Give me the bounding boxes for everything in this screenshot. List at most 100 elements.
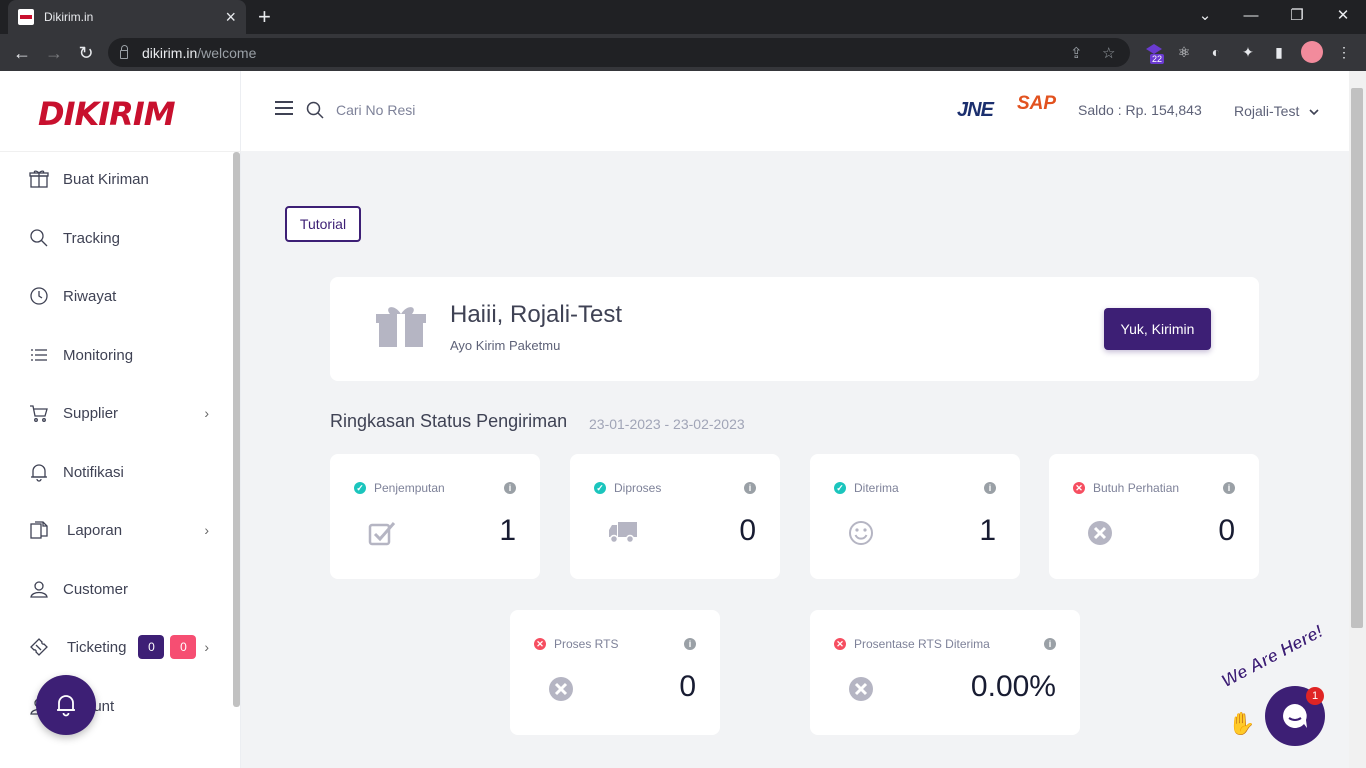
report-icon [28, 519, 50, 541]
check-circle-icon: ✓ [834, 482, 846, 494]
extension-badge: 22 [1150, 54, 1165, 64]
card-value: 0.00% [970, 670, 1056, 703]
status-card-prosentase-rts[interactable]: ✕ Prosentase RTS Diterima i 0.00% [810, 610, 1080, 735]
react-devtools-icon[interactable]: ⚛ [1174, 42, 1194, 62]
browser-toolbar: ← → ↻ dikirim.in/welcome ⇪ ☆ 22 ⚛ ◐ ✦ ▮ … [0, 34, 1366, 71]
bell-icon [57, 695, 75, 717]
card-label: Prosentase RTS Diterima [854, 637, 990, 651]
status-card-penjemputan[interactable]: ✓ Penjemputan i 1 [330, 454, 540, 579]
sidebar-item-account[interactable]: ount [0, 678, 233, 734]
reload-button[interactable]: ↻ [73, 40, 99, 66]
page-scrollbar-thumb[interactable] [1351, 88, 1363, 628]
cart-icon [28, 402, 50, 424]
x-circle-icon [849, 677, 873, 701]
lock-icon [120, 45, 128, 59]
welcome-card: Haiii, Rojali-Test Ayo Kirim Paketmu Yuk… [330, 277, 1259, 381]
summary-date-range[interactable]: 23-01-2023 - 23-02-2023 [589, 416, 745, 432]
tab-search-icon[interactable]: ⌄ [1182, 0, 1228, 30]
browser-menu-icon[interactable]: ⋮ [1334, 42, 1354, 62]
greeting-title: Haiii, Rojali-Test [450, 301, 623, 328]
card-label: Proses RTS [554, 637, 619, 651]
ticket-icon [28, 636, 50, 658]
restore-button[interactable]: ❐ [1274, 0, 1320, 30]
notification-bell-button[interactable] [36, 675, 96, 735]
bookmark-star-icon[interactable]: ☆ [1102, 44, 1115, 62]
sidebar-item-label: Supplier [63, 404, 119, 422]
check-circle-icon: ✓ [594, 482, 606, 494]
card-label: Diproses [614, 481, 662, 495]
info-icon[interactable]: i [984, 482, 996, 494]
address-bar[interactable]: dikirim.in/welcome ⇪ ☆ [108, 38, 1130, 67]
gift-icon [376, 307, 426, 347]
sidebar-item-notifikasi[interactable]: Notifikasi [0, 444, 233, 500]
hamburger-menu-icon[interactable] [275, 101, 293, 115]
list-icon [28, 344, 50, 366]
info-icon[interactable]: i [744, 482, 756, 494]
summary-title: Ringkasan Status Pengiriman [330, 411, 568, 431]
bell-icon [28, 461, 50, 483]
info-icon[interactable]: i [504, 482, 516, 494]
puzzle-icon[interactable]: ✦ [1238, 42, 1258, 62]
info-icon[interactable]: i [684, 638, 696, 650]
x-circle-icon [549, 677, 573, 701]
yuk-kirimin-button[interactable]: Yuk, Kirimin [1104, 308, 1211, 350]
minimize-button[interactable]: — [1228, 0, 1274, 30]
app-logo[interactable]: DIKIRIM [38, 95, 176, 133]
card-value: 1 [499, 514, 516, 547]
sidebar-scrollbar[interactable] [233, 152, 240, 707]
sidebar-item-riwayat[interactable]: Riwayat [0, 268, 233, 324]
extension-icon[interactable]: 22 [1144, 42, 1165, 64]
sidebar-item-label: Customer [63, 580, 129, 598]
share-icon[interactable]: ⇪ [1070, 44, 1083, 62]
back-button[interactable]: ← [9, 40, 35, 66]
user-menu[interactable]: Rojali-Test [1234, 103, 1319, 119]
side-panel-icon[interactable]: ▮ [1269, 42, 1289, 62]
sidebar-item-buat-kiriman[interactable]: Buat Kiriman [0, 151, 233, 207]
status-card-butuh-perhatian[interactable]: ✕ Butuh Perhatian i 0 [1049, 454, 1259, 579]
chevron-down-icon [1309, 109, 1319, 116]
sidebar-item-label: Notifikasi [63, 463, 124, 481]
card-value: 1 [979, 514, 996, 547]
sidebar-item-label: Buat Kiriman [63, 170, 149, 188]
ticketing-new-badge: 0 [170, 635, 197, 659]
x-circle-icon [1088, 521, 1112, 545]
url-text: dikirim.in/welcome [142, 44, 257, 61]
card-value: 0 [739, 514, 756, 547]
sidebar-item-label: Riwayat [63, 287, 117, 305]
sidebar-item-tracking[interactable]: Tracking [0, 210, 233, 266]
profile-avatar[interactable] [1301, 41, 1323, 63]
status-card-diproses[interactable]: ✓ Diproses i 0 [570, 454, 780, 579]
sidebar-item-supplier[interactable]: Supplier › [0, 385, 233, 441]
status-card-diterima[interactable]: ✓ Diterima i 1 [810, 454, 1020, 579]
sidebar-item-laporan[interactable]: Laporan › [0, 502, 233, 558]
card-value: 0 [679, 670, 696, 703]
browser-tab[interactable]: Dikirim.in × [8, 0, 246, 34]
info-icon[interactable]: i [1223, 482, 1235, 494]
chevron-right-icon: › [204, 522, 209, 538]
sidebar-item-label: Laporan [67, 521, 123, 539]
tab-close-icon[interactable]: × [225, 8, 236, 26]
chevron-right-icon: › [204, 639, 209, 655]
search-resi-input[interactable]: Cari No Resi [336, 102, 415, 118]
sidebar-item-ticketing[interactable]: Ticketing 0 0 › [0, 619, 233, 675]
search-icon [28, 227, 50, 249]
favicon-icon [18, 9, 34, 25]
x-circle-icon: ✕ [1073, 482, 1085, 494]
x-circle-icon: ✕ [834, 638, 846, 650]
sidebar-item-monitoring[interactable]: Monitoring [0, 327, 233, 383]
new-tab-button[interactable]: + [258, 4, 271, 30]
status-card-proses-rts[interactable]: ✕ Proses RTS i 0 [510, 610, 720, 735]
forward-button[interactable]: → [41, 40, 67, 66]
sidebar-item-customer[interactable]: Customer [0, 561, 233, 617]
browser-tabbar: Dikirim.in × + ⌄ — ❐ ✕ [0, 0, 1366, 34]
search-icon[interactable] [306, 101, 324, 119]
truck-icon [609, 522, 637, 544]
window-close-button[interactable]: ✕ [1320, 0, 1366, 30]
extension-circle-icon[interactable]: ◐ [1206, 42, 1226, 62]
info-icon[interactable]: i [1044, 638, 1056, 650]
sap-logo: SAP [1017, 93, 1057, 114]
page-scrollbar[interactable] [1349, 71, 1366, 768]
tutorial-button[interactable]: Tutorial [285, 206, 361, 242]
x-circle-icon: ✕ [534, 638, 546, 650]
checkbox-icon [368, 522, 396, 546]
